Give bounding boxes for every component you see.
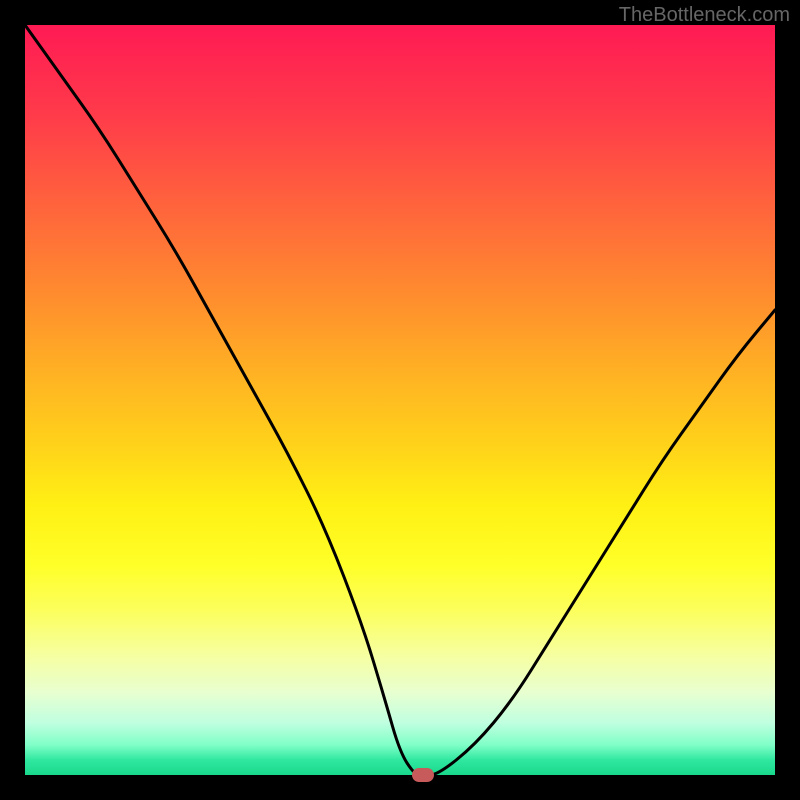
- watermark-text: TheBottleneck.com: [619, 4, 790, 27]
- chart-curve: [25, 25, 775, 775]
- chart-plot-area: [25, 25, 775, 775]
- chart-marker: [412, 768, 434, 782]
